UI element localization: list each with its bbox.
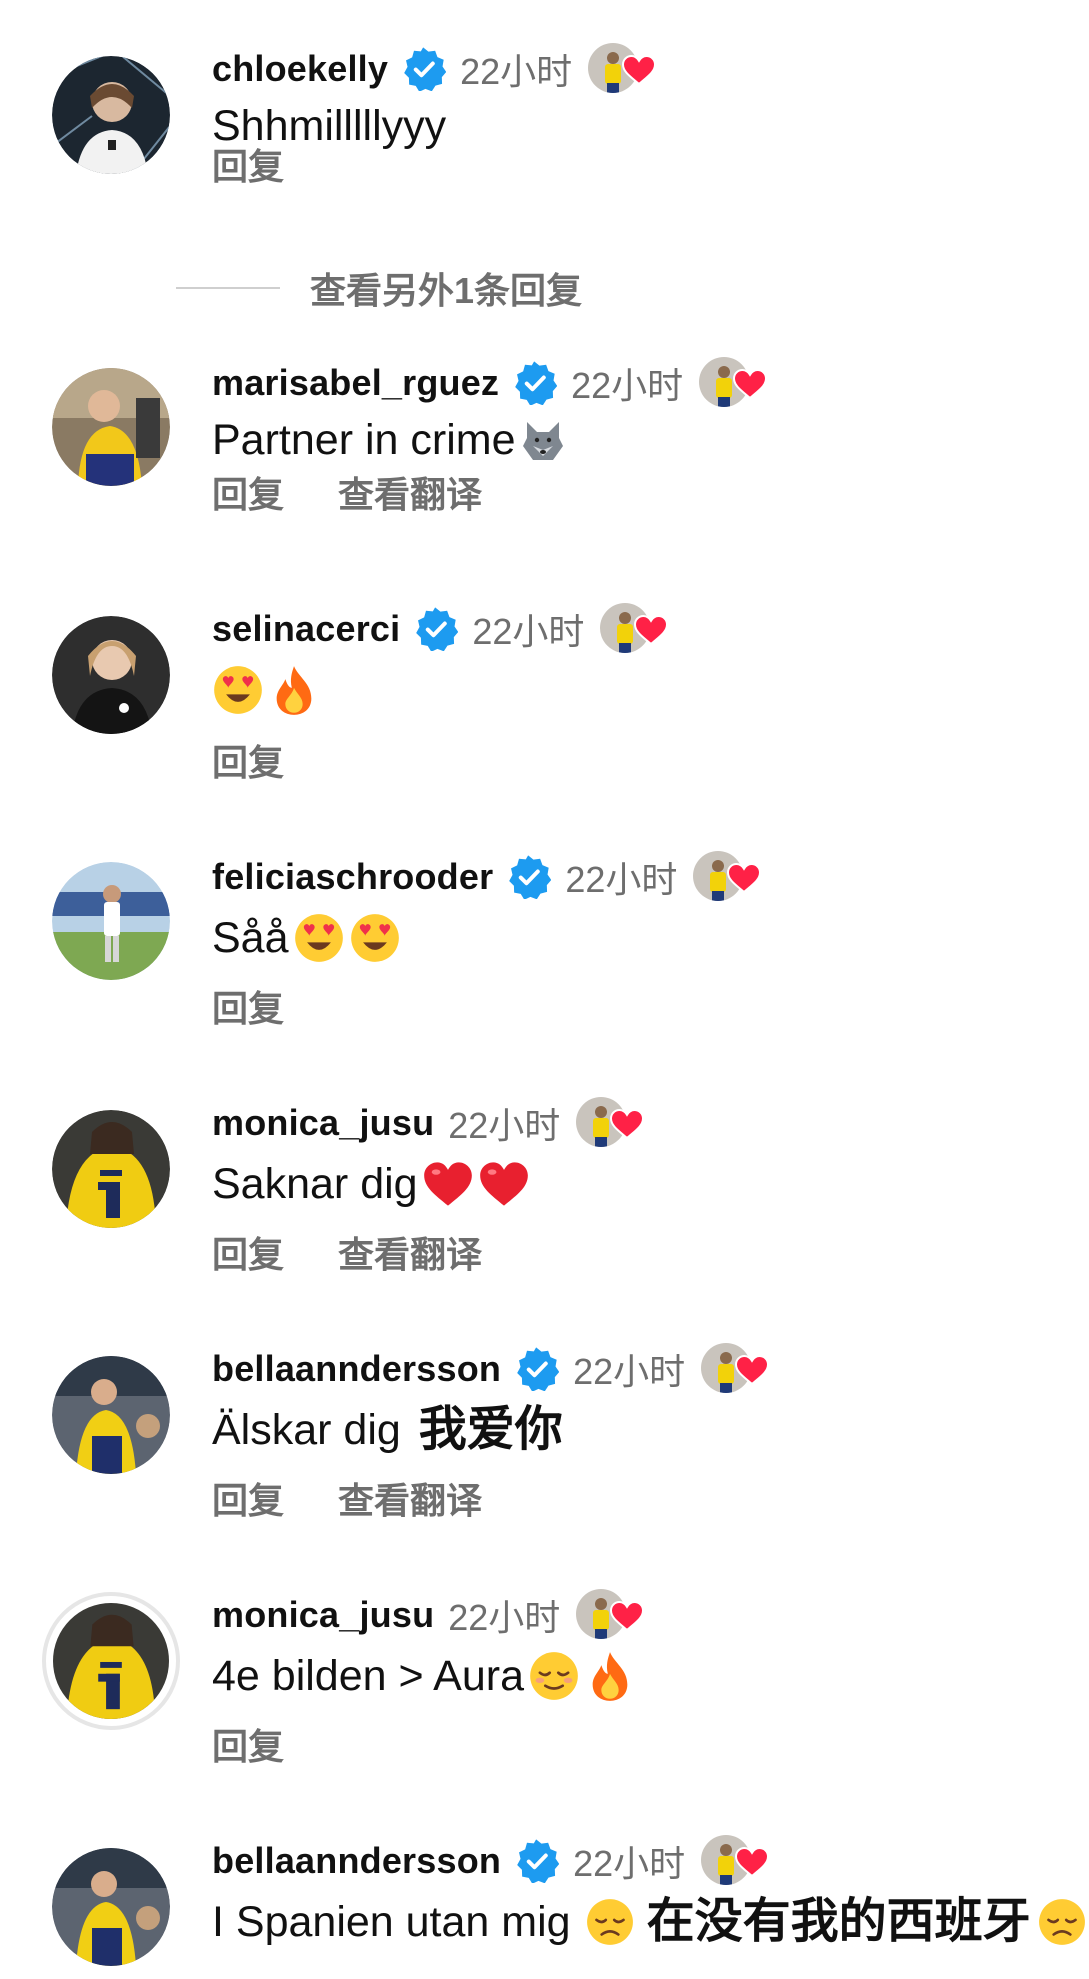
wolf-emoji [519,416,567,464]
verified-badge-icon [513,361,557,405]
username[interactable]: chloekelly [212,48,388,90]
reply-button[interactable]: 回复 [212,1718,284,1770]
reply-button[interactable]: 回复 [212,1226,284,1278]
disappointed-face-emoji [1037,1897,1087,1947]
comment-body: Såå [212,914,289,962]
comment-header: chloekelly 22小时 [212,44,650,94]
comment-body: 4e bilden > Aura [212,1652,525,1700]
comment-body: Saknar dig [212,1160,418,1208]
timestamp: 22小时 [571,365,684,406]
avatar[interactable] [52,368,170,486]
username[interactable]: marisabel_rguez [212,362,499,404]
comment-text: Såå [212,910,401,966]
timestamp: 22小时 [565,859,678,900]
heart-icon [634,615,668,645]
heart-eyes-emoji [349,912,401,964]
author-liked-indicator [576,1589,638,1641]
reply-button[interactable]: 回复 [212,734,284,786]
avatar[interactable] [52,862,170,980]
comment-text: 4e bilden > Aura [212,1648,632,1704]
verified-badge-icon [515,1839,559,1883]
avatar[interactable] [52,1356,170,1474]
author-liked-indicator [588,43,650,95]
heart-icon [735,1847,769,1877]
author-liked-indicator [693,851,755,903]
red-heart-emoji [422,1160,474,1208]
heart-icon [733,369,767,399]
username[interactable]: bellaanndersson [212,1348,501,1390]
avatar[interactable] [42,1592,180,1730]
see-translation-button[interactable]: 查看翻译 [338,1226,482,1278]
username[interactable]: monica_jusu [212,1594,434,1636]
reply-button[interactable]: 回复 [212,980,284,1032]
view-more-replies-label[interactable]: 查看另外1条回复 [310,262,582,314]
comment-text: Älskar dig 我爱你 [212,1402,563,1458]
reply-button[interactable]: 回复 [212,1472,284,1524]
verified-badge-icon [507,855,551,899]
reply-button[interactable]: 回复 [212,466,284,518]
avatar[interactable] [52,1848,170,1966]
see-translation-button[interactable]: 查看翻译 [338,466,482,518]
relieved-face-emoji [528,1650,580,1702]
comment-header: monica_jusu 22小时 [212,1590,638,1640]
verified-badge-icon [414,607,458,651]
timestamp: 22小时 [573,1843,686,1884]
comment-text [212,664,316,716]
author-liked-indicator [701,1835,763,1887]
disappointed-face-emoji [585,1897,635,1947]
comment-body: Partner in crime [212,416,516,464]
verified-badge-icon [402,47,446,91]
timestamp: 22小时 [460,51,573,92]
timestamp: 22小时 [448,1105,561,1146]
timestamp: 22小时 [448,1597,561,1638]
heart-icon [727,863,761,893]
heart-eyes-emoji [212,664,264,716]
avatar[interactable] [52,56,170,174]
comment-header: feliciaschrooder 22小时 [212,852,755,902]
username[interactable]: selinacerci [212,608,400,650]
author-liked-indicator [600,603,662,655]
comment-header: marisabel_rguez 22小时 [212,358,761,408]
see-translation-button[interactable]: 查看翻译 [338,1472,482,1524]
comment-text: Partner in crime [212,412,567,468]
avatar[interactable] [52,1110,170,1228]
fire-emoji [588,1650,632,1702]
username[interactable]: monica_jusu [212,1102,434,1144]
comment-body: Älskar dig [212,1406,401,1454]
comment-text: Saknar dig [212,1156,530,1212]
heart-icon [610,1109,644,1139]
comment-header: bellaanndersson 22小时 [212,1344,763,1394]
fire-emoji [272,664,316,716]
comment-body: I Spanien utan mig [212,1898,571,1946]
divider-line [176,287,280,289]
heart-icon [735,1355,769,1385]
comment-header: bellaanndersson 22小时 [212,1836,763,1886]
red-heart-emoji [478,1160,530,1208]
heart-eyes-emoji [293,912,345,964]
username[interactable]: feliciaschrooder [212,856,493,898]
comment-body-cjk: 我爱你 [418,1403,563,1456]
heart-icon [610,1601,644,1631]
comment-body-cjk: 在没有我的西班牙 [646,1895,1031,1948]
timestamp: 22小时 [472,611,585,652]
author-liked-indicator [701,1343,763,1395]
reply-button[interactable]: 回复 [212,138,284,190]
avatar[interactable] [52,616,170,734]
comment-header: monica_jusu 22小时 [212,1098,638,1148]
verified-badge-icon [515,1347,559,1391]
username[interactable]: bellaanndersson [212,1840,501,1882]
view-more-replies[interactable]: 查看另外1条回复 [176,258,582,318]
author-liked-indicator [576,1097,638,1149]
timestamp: 22小时 [573,1351,686,1392]
author-liked-indicator [699,357,761,409]
comment-text: I Spanien utan mig 在没有我的西班牙 [212,1894,1087,1950]
heart-icon [622,55,656,85]
comment-header: selinacerci 22小时 [212,604,662,654]
